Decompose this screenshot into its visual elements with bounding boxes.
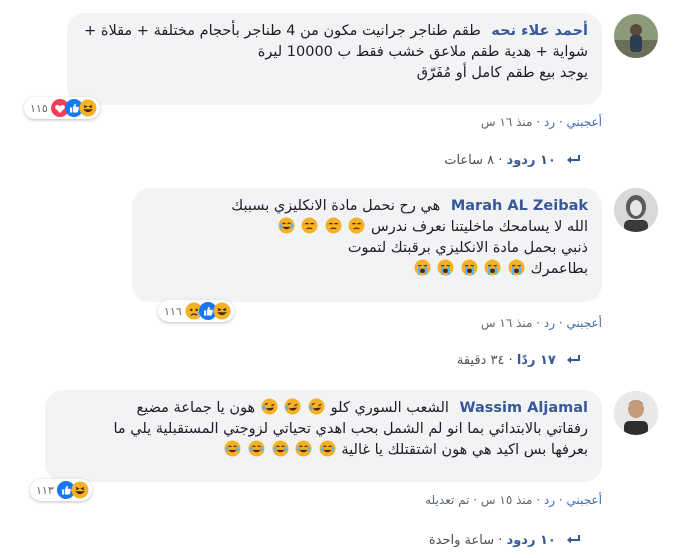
comment-bubble: Marah AL Zeibak هي رح نحمل مادة الانكليز… [132,188,602,302]
separator: · [494,153,503,168]
reactions-summary[interactable]: ١١٦ [158,300,234,322]
comment-text: الشعب السوري كلو [330,400,449,416]
comment-author[interactable]: Wassim Aljamal [460,400,588,416]
joy-emoji-icon [295,440,313,457]
comment-bubble: Wassim Aljamal الشعب السوري كلو هون يا ج… [45,390,602,482]
replies-time: ٣٤ دقيقة [456,353,505,368]
comment-author[interactable]: Marah AL Zeibak [451,198,588,214]
joy-emoji-icon [318,440,336,457]
reactions-summary[interactable]: ١١٣ [30,479,92,501]
comment-actions: أعجبني · رد · منذ ١٦ س [481,316,602,330]
rofl-emoji-icon [308,398,326,415]
view-replies-link[interactable]: ١٠ ردود · ساعة واحدة [429,533,580,548]
comment-text: رفقاتي بالابتدائي بما انو لم الشمل بحب ا… [113,421,588,437]
reply-arrow-icon [567,535,580,544]
replies-count: ١٠ ردود [506,153,556,168]
comment-time[interactable]: منذ ١٦ س [481,115,533,129]
comment-line: بطاعمرك [146,259,588,280]
separator: · [494,533,503,548]
reply-link[interactable]: رد [544,316,555,330]
crying-emoji-icon [484,259,502,276]
comment-line: أحمد علاء نحه طقم طناجر جرانيت مكون من 4… [81,21,588,42]
like-link[interactable]: أعجبني [567,493,602,507]
separator: · [532,493,541,507]
replies-count: ١٠ ردود [506,533,556,548]
reply-link[interactable]: رد [544,115,555,129]
comment-text: هون يا جماعة مضيع [136,400,256,416]
comment-line: الله لا يسامحك ماخليتنا نعرف ندرس [146,217,588,238]
comment-time[interactable]: منذ ١٥ س [481,493,533,507]
haha-icon [212,302,231,320]
haha-icon [70,481,89,499]
unamused-emoji-icon [301,217,319,234]
like-link[interactable]: أعجبني [567,115,602,129]
separator: · [469,493,478,507]
comment-text: بعرفها بس اكيد هي هون اشتقتلك يا غالية [341,442,588,458]
separator: · [532,316,541,330]
rofl-emoji-icon [284,398,302,415]
separator: · [532,115,541,129]
avatar[interactable] [614,188,658,232]
reply-link[interactable]: رد [544,493,555,507]
avatar[interactable] [614,391,658,435]
joy-emoji-icon [224,440,242,457]
reaction-count: ١١٦ [164,304,182,318]
comment-author[interactable]: أحمد علاء نحه [491,23,588,39]
comment-actions: أعجبني · رد · منذ ١٦ س [481,115,602,129]
separator: · [555,316,563,330]
replies-count: ١٧ ردًا [516,353,556,368]
haha-icon [78,99,97,117]
crying-emoji-icon [460,259,478,276]
comment-text: بطاعمرك [530,261,588,277]
comment-bubble: أحمد علاء نحه طقم طناجر جرانيت مكون من 4… [67,13,602,105]
crying-emoji-icon [437,259,455,276]
replies-time: ساعة واحدة [428,533,495,548]
avatar[interactable] [614,14,658,58]
rofl-emoji-icon [260,398,278,415]
joy-emoji-icon [247,440,265,457]
comment-text: شواية + هدية طقم ملاعق خشب فقط ب 10000 ل… [257,44,588,60]
separator: · [555,493,563,507]
reactions-summary[interactable]: ١١٥ [24,97,100,119]
comment-text: ذنبي بحمل مادة الانكليزي برقبتك لتموت [347,240,588,256]
like-link[interactable]: أعجبني [567,316,602,330]
comment-text: هي رح نحمل مادة الانكليزي بسببك [231,198,441,214]
unamused-emoji-icon [324,217,342,234]
separator: · [504,353,513,368]
comment-line: بعرفها بس اكيد هي هون اشتقتلك يا غالية [59,440,588,461]
comment-line: Marah AL Zeibak هي رح نحمل مادة الانكليز… [146,196,588,217]
comment-actions: أعجبني · رد · منذ ١٥ س · تم تعديله [425,493,602,507]
separator: · [555,115,563,129]
joy-emoji-icon [271,440,289,457]
reply-arrow-icon [567,155,580,164]
joy-emoji-icon [277,217,295,234]
edited-label[interactable]: تم تعديله [425,493,469,507]
comment-time[interactable]: منذ ١٦ س [481,316,533,330]
view-replies-link[interactable]: ١٠ ردود · ٨ ساعات [444,153,580,168]
crying-emoji-icon [508,259,526,276]
comment-line: Wassim Aljamal الشعب السوري كلو هون يا ج… [59,398,588,419]
comment-text: طقم طناجر جرانيت مكون من 4 طناجر بأحجام … [84,23,481,39]
comment-text: الله لا يسامحك ماخليتنا نعرف ندرس [371,219,588,235]
comment-text: يوجد بيع طقم كامل أو مُفَرّق [416,65,588,81]
crying-emoji-icon [413,259,431,276]
replies-time: ٨ ساعات [444,153,495,168]
reaction-count: ١١٥ [30,101,48,115]
reply-arrow-icon [567,355,580,364]
reaction-count: ١١٣ [36,483,54,497]
view-replies-link[interactable]: ١٧ ردًا · ٣٤ دقيقة [457,353,580,368]
unamused-emoji-icon [348,217,366,234]
